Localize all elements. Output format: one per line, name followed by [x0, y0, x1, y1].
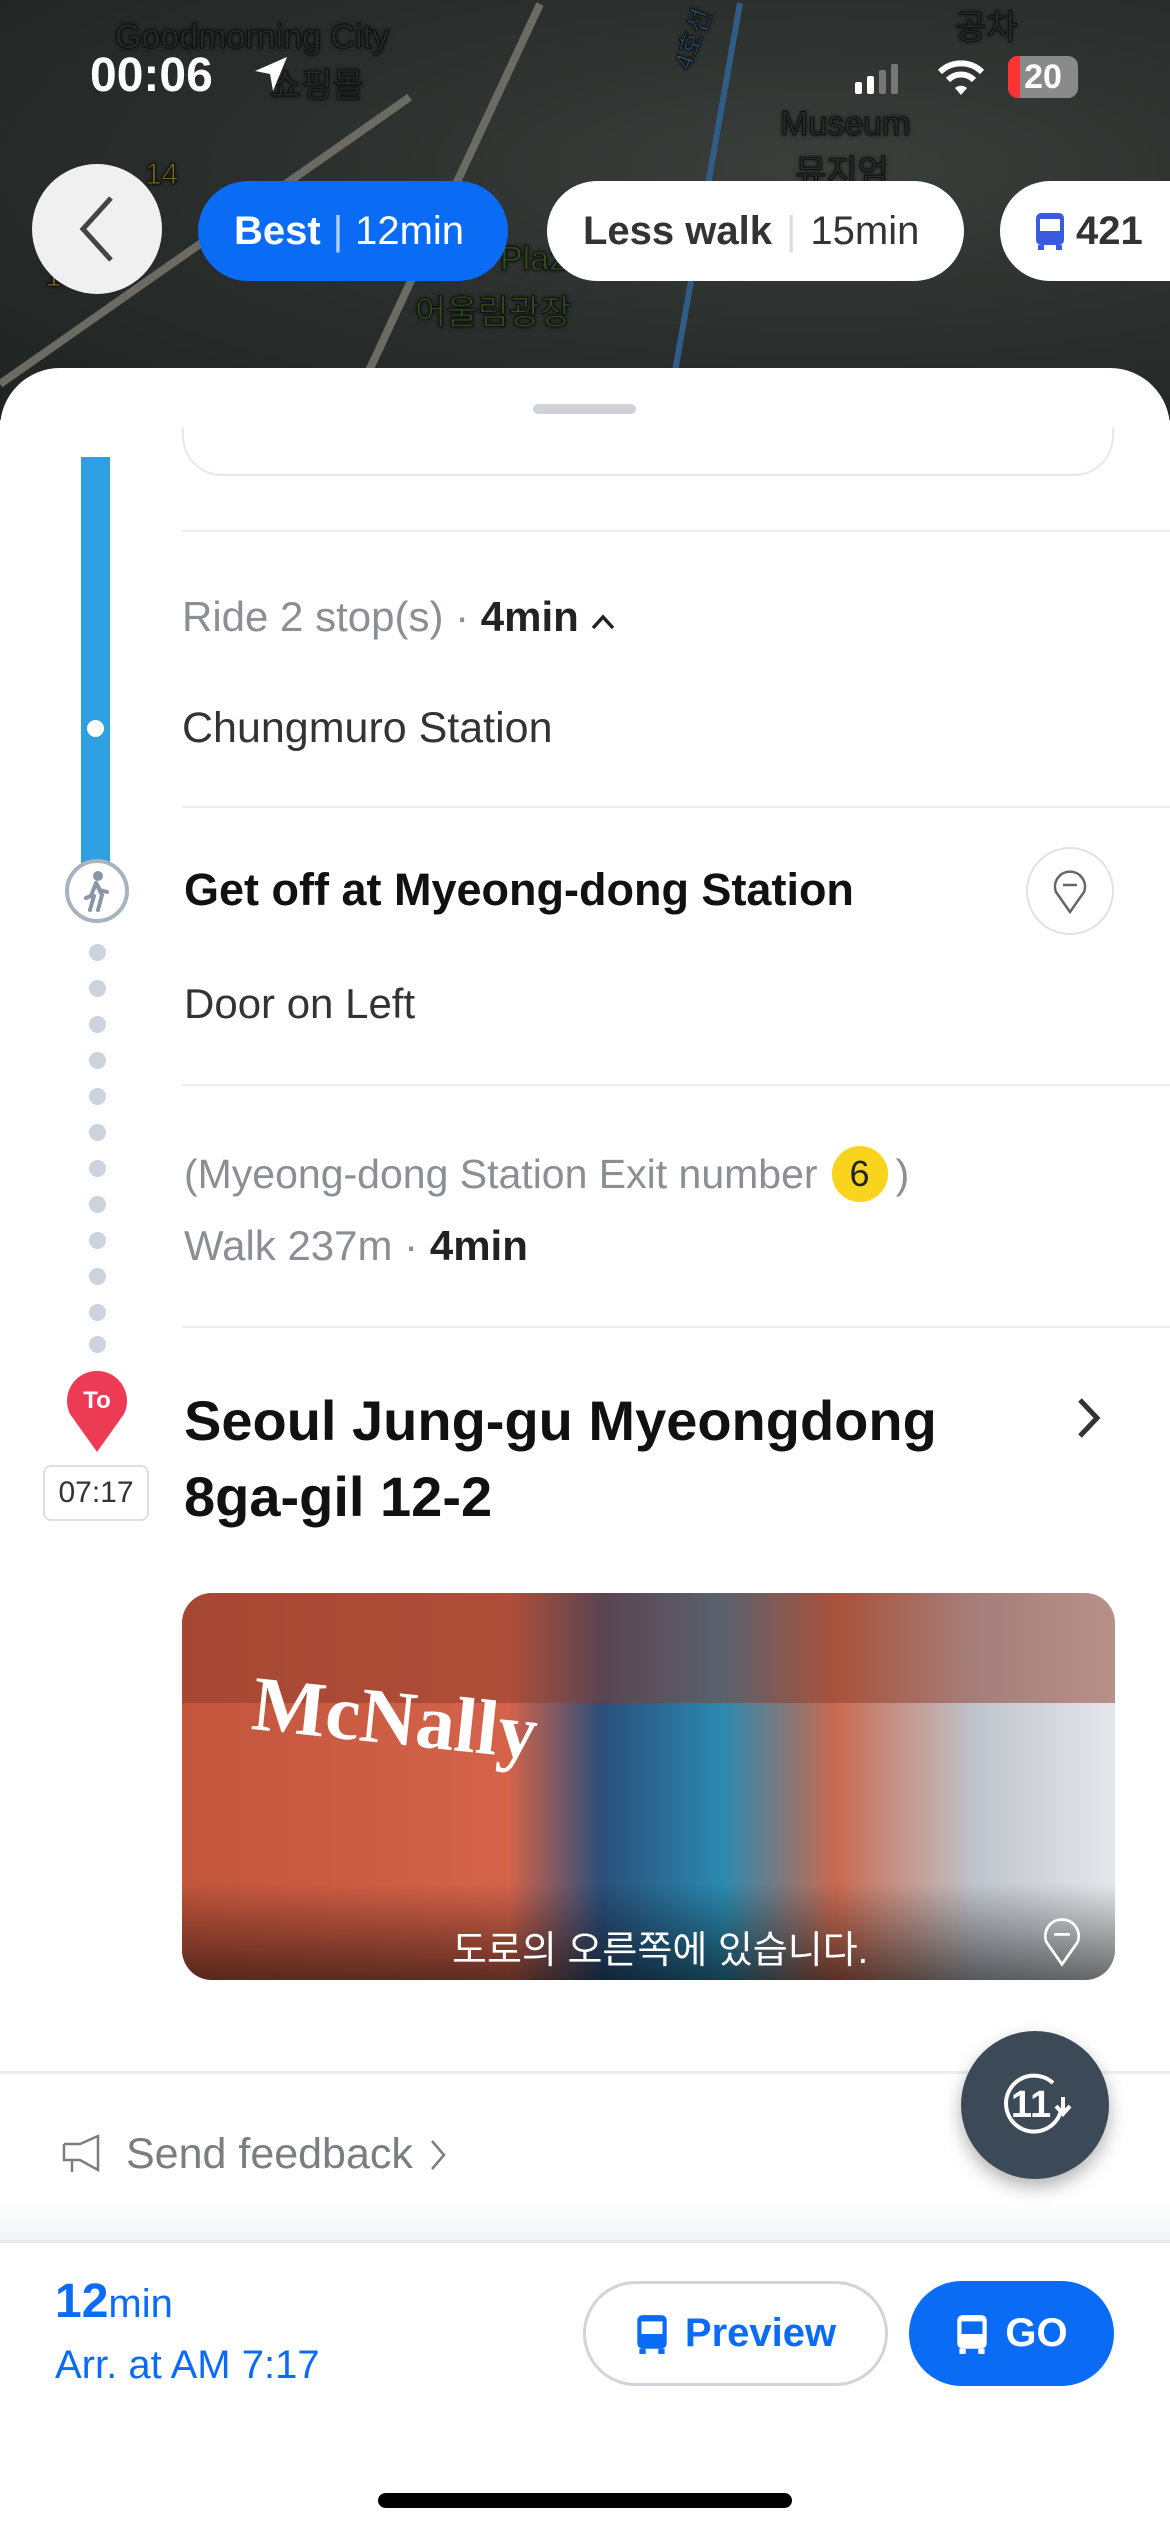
walk-time: 4min: [429, 1222, 528, 1269]
map-label: 공차: [955, 9, 1019, 48]
route-tab-best[interactable]: Best | 12min: [198, 181, 508, 281]
home-indicator[interactable]: [378, 2493, 792, 2508]
subway-line-segment: [81, 457, 110, 863]
door-side: Door on Left: [184, 980, 416, 1027]
preview-label: Preview: [684, 2311, 837, 2355]
preview-button[interactable]: Preview: [583, 2281, 888, 2386]
chevron-right-icon[interactable]: [1076, 1396, 1102, 1440]
map-label: Museum: [779, 105, 911, 144]
location-arrow-icon: [255, 57, 287, 91]
duration-number: 12: [55, 2275, 109, 2328]
back-button[interactable]: [32, 164, 162, 294]
walk-info: Walk 237m · 4min: [184, 1222, 528, 1269]
location-pin-icon: [1053, 870, 1087, 914]
divider: [182, 530, 1170, 532]
tab-label: 421: [1076, 208, 1143, 253]
total-duration: 12min: [55, 2274, 173, 2329]
street-view-image[interactable]: McNally 도로의 오른쪽에 있습니다.: [182, 1593, 1115, 1980]
stop-dot: [87, 720, 104, 737]
arrival-time-badge: 07:17: [43, 1465, 149, 1521]
street-view-pin-button[interactable]: [1026, 847, 1114, 935]
exit-close: ): [895, 1150, 910, 1197]
walk-icon: [65, 859, 129, 923]
tab-time: 15min: [810, 208, 920, 253]
ride-time: 4min: [480, 593, 579, 640]
pin-label: To: [83, 1387, 111, 1414]
ride-stops-toggle[interactable]: Ride 2 stop(s) · 4min: [182, 593, 616, 641]
exit-number-badge: 6: [831, 1146, 888, 1202]
tab-time: 12min: [355, 208, 465, 253]
map-label: 14: [144, 158, 179, 192]
bus-icon: [957, 2314, 988, 2354]
refresh-countdown-button[interactable]: 11: [961, 2031, 1109, 2179]
go-button[interactable]: GO: [909, 2281, 1114, 2386]
destination-address[interactable]: Seoul Jung-gu Myeongdong 8ga-gil 12-2: [184, 1383, 1044, 1535]
route-tab-less-walk[interactable]: Less walk | 15min: [547, 181, 964, 281]
drag-handle[interactable]: [533, 404, 636, 414]
countdown-number: 11: [1010, 2083, 1052, 2126]
tab-label: Less walk: [583, 208, 773, 253]
address-line-1: Seoul Jung-gu Myeongdong: [184, 1389, 937, 1452]
previous-step-card: [182, 428, 1114, 476]
chevron-left-icon: [79, 196, 113, 262]
station-name: Chungmuro Station: [182, 704, 553, 752]
signal-icon: [855, 64, 898, 94]
location-pin-icon: [1043, 1918, 1081, 1967]
status-time: 00:06: [90, 49, 213, 102]
walk-distance: Walk 237m: [184, 1222, 393, 1269]
map-label: 4호선: [667, 4, 718, 74]
battery-indicator: 20: [1008, 56, 1078, 98]
address-line-2: 8ga-gil 12-2: [184, 1465, 493, 1528]
route-tab-bus-421[interactable]: 421: [1000, 181, 1170, 281]
chevron-right-icon: [430, 2139, 446, 2170]
wifi-icon: [938, 60, 984, 95]
bus-icon: [1036, 213, 1064, 250]
divider: [182, 1084, 1170, 1086]
megaphone-icon: [62, 2133, 100, 2172]
send-feedback-link[interactable]: Send feedback: [62, 2130, 447, 2179]
divider: [182, 1326, 1170, 1328]
chevron-up-icon: [592, 614, 615, 630]
exit-text: (Myeong-dong Station Exit number: [184, 1150, 818, 1197]
street-view-caption: 도로의 오른쪽에 있습니다.: [452, 1930, 869, 1972]
map-label: 어울림광장: [414, 294, 572, 333]
feedback-label: Send feedback: [126, 2130, 413, 2178]
exit-info: (Myeong-dong Station Exit number 6 ): [184, 1146, 909, 1202]
ride-label: Ride 2 stop(s): [182, 593, 444, 640]
battery-level: 20: [1024, 57, 1062, 96]
duration-unit: min: [108, 2282, 173, 2326]
go-label: GO: [1005, 2311, 1068, 2355]
get-off-title: Get off at Myeong-dong Station: [184, 864, 854, 915]
arrival-time: Arr. at AM 7:17: [55, 2343, 320, 2387]
divider: [182, 806, 1170, 808]
bus-icon: [637, 2314, 667, 2354]
tab-label: Best: [234, 208, 321, 253]
